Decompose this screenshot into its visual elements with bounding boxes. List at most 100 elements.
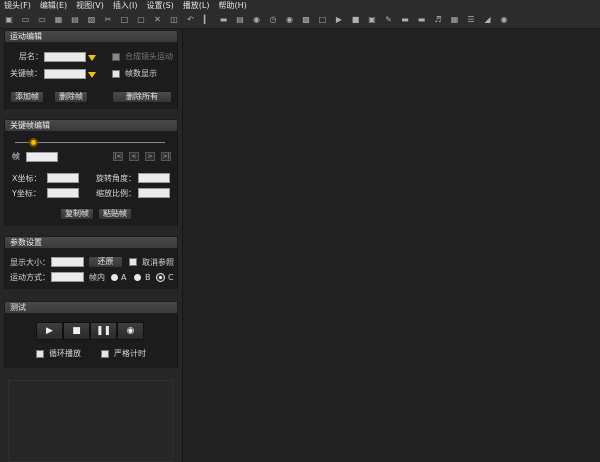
open-folder-icon[interactable]: ▭ [21, 15, 31, 25]
align-left-icon[interactable]: ▎ [202, 15, 212, 25]
pause-button[interactable]: ❚❚ [90, 322, 117, 340]
crop-icon[interactable]: □ [318, 15, 328, 25]
restore-button[interactable]: 还原 [88, 256, 123, 268]
stop-icon: ■ [72, 326, 81, 336]
y-coord-label: Y坐标： [12, 189, 41, 198]
radio-option-a[interactable] [111, 274, 118, 281]
params-header[interactable]: 参数设置 [4, 236, 178, 249]
loop-checkbox[interactable] [36, 350, 44, 358]
frame-label: 帧 [12, 152, 20, 161]
loop-label: 循环播放 [49, 349, 81, 358]
option-b-label: B [145, 273, 151, 282]
scale-label: 缩放比例： [96, 189, 136, 198]
save-icon[interactable]: ▦ [54, 15, 64, 25]
pause-icon: ❚❚ [95, 326, 112, 336]
web-icon[interactable]: ◉ [252, 15, 262, 25]
chevron-down-icon[interactable] [88, 72, 96, 78]
layer-name-label: 层名： [19, 52, 43, 61]
display-size-input[interactable] [51, 257, 84, 267]
delete-all-button[interactable]: 删除所有 [112, 91, 172, 103]
undo-icon[interactable]: ↶ [186, 15, 196, 25]
rotation-label: 旋转角度： [96, 174, 136, 183]
keyframe-edit-header[interactable]: 关键帧编辑 [4, 119, 178, 132]
y-coord-input[interactable] [47, 188, 79, 198]
rotation-input[interactable] [138, 173, 170, 183]
move-up-icon[interactable]: ▬ [400, 15, 410, 25]
scale-input[interactable] [138, 188, 170, 198]
chart-icon[interactable]: ◢ [483, 15, 493, 25]
test-header[interactable]: 测试 [4, 301, 178, 314]
stop-button[interactable]: ■ [63, 322, 90, 340]
delete-frame-button[interactable]: 删除帧 [54, 91, 88, 103]
menu-bar: 镜头(F) 编辑(E) 视图(V) 插入(I) 设置(S) 播放(L) 帮助(H… [0, 0, 600, 11]
cancel-ref-checkbox[interactable] [129, 258, 137, 266]
canvas-workspace[interactable] [184, 29, 600, 462]
close-icon[interactable]: ✕ [153, 15, 163, 25]
motion-edit-header[interactable]: 运动编辑 [4, 30, 178, 43]
frame-count-label: 帧数显示 [125, 69, 157, 78]
x-coord-label: X坐标： [12, 174, 42, 183]
move-down-icon[interactable]: ▬ [417, 15, 427, 25]
prev-frame-button[interactable]: < [129, 152, 139, 161]
delete-icon[interactable]: ◫ [169, 15, 179, 25]
first-frame-button[interactable]: |< [113, 152, 123, 161]
frame-input[interactable] [26, 152, 58, 162]
inter-frame-label: 帧内 [89, 273, 105, 282]
layer-icon[interactable]: ▤ [235, 15, 245, 25]
grid-icon[interactable]: ▦ [450, 15, 460, 25]
pen-icon[interactable]: ✎ [384, 15, 394, 25]
play-icon[interactable]: ▶ [334, 15, 344, 25]
film-icon[interactable]: ▧ [87, 15, 97, 25]
paste-icon[interactable]: ▢ [136, 15, 146, 25]
menu-play[interactable]: 播放(L) [183, 0, 210, 11]
frame-count-checkbox[interactable] [112, 70, 120, 78]
layer-name-combo[interactable] [44, 52, 86, 62]
last-frame-button[interactable]: >| [161, 152, 171, 161]
chevron-down-icon[interactable] [88, 55, 96, 61]
camera-icon[interactable]: ▣ [4, 15, 14, 25]
strict-timing-label: 严格计时 [114, 349, 146, 358]
folder-icon[interactable]: ▭ [37, 15, 47, 25]
settings-icon[interactable]: ◉ [499, 15, 509, 25]
paste-frame-button[interactable]: 粘贴帧 [98, 208, 132, 220]
preview-button[interactable]: ◉ [117, 322, 144, 340]
motion-mode-input[interactable] [51, 272, 84, 282]
menu-help[interactable]: 帮助(H) [219, 0, 247, 11]
keyframe-label: 关键帧： [10, 69, 42, 78]
copy-frame-button[interactable]: 复制帧 [60, 208, 94, 220]
bars-icon[interactable]: ☰ [466, 15, 476, 25]
eye-icon: ◉ [126, 326, 135, 336]
display-size-label: 显示大小： [10, 258, 50, 267]
layers-icon[interactable]: ▩ [301, 15, 311, 25]
eye-icon[interactable]: ◉ [285, 15, 295, 25]
play-icon: ▶ [46, 326, 53, 336]
strict-timing-checkbox[interactable] [101, 350, 109, 358]
menu-settings[interactable]: 设置(S) [146, 0, 173, 11]
cut-icon[interactable]: ✂ [103, 15, 113, 25]
x-coord-input[interactable] [47, 173, 79, 183]
preview-area [8, 380, 173, 462]
menu-insert[interactable]: 插入(I) [113, 0, 138, 11]
frame-icon[interactable]: ▣ [367, 15, 377, 25]
menu-file[interactable]: 镜头(F) [4, 0, 31, 11]
keyframe-slider-thumb[interactable] [28, 138, 38, 147]
copy-icon[interactable]: □ [120, 15, 130, 25]
radio-option-c[interactable] [157, 274, 164, 281]
radio-option-b[interactable] [134, 274, 141, 281]
sound-icon[interactable]: ♬ [433, 15, 443, 25]
next-frame-button[interactable]: > [145, 152, 155, 161]
add-frame-button[interactable]: 添加帧 [10, 91, 44, 103]
keyframe-slider-track[interactable] [15, 142, 165, 143]
menu-edit[interactable]: 编辑(E) [40, 0, 67, 11]
align-center-icon[interactable]: ▬ [219, 15, 229, 25]
play-button[interactable]: ▶ [36, 322, 63, 340]
menu-view[interactable]: 视图(V) [76, 0, 104, 11]
stop-icon[interactable]: ■ [351, 15, 361, 25]
motion-mode-label: 运动方式： [10, 273, 50, 282]
save-as-icon[interactable]: ▤ [70, 15, 80, 25]
toolbar: ▣ ▭ ▭ ▦ ▤ ▧ ✂ □ ▢ ✕ ◫ ↶ ▎ ▬ ▤ ◉ ◷ ◉ ▩ □ … [0, 11, 600, 29]
timer-icon[interactable]: ◷ [268, 15, 278, 25]
keyframe-combo[interactable] [44, 69, 86, 79]
composite-checkbox[interactable] [112, 53, 120, 61]
cancel-ref-label: 取消参照 [142, 258, 174, 267]
